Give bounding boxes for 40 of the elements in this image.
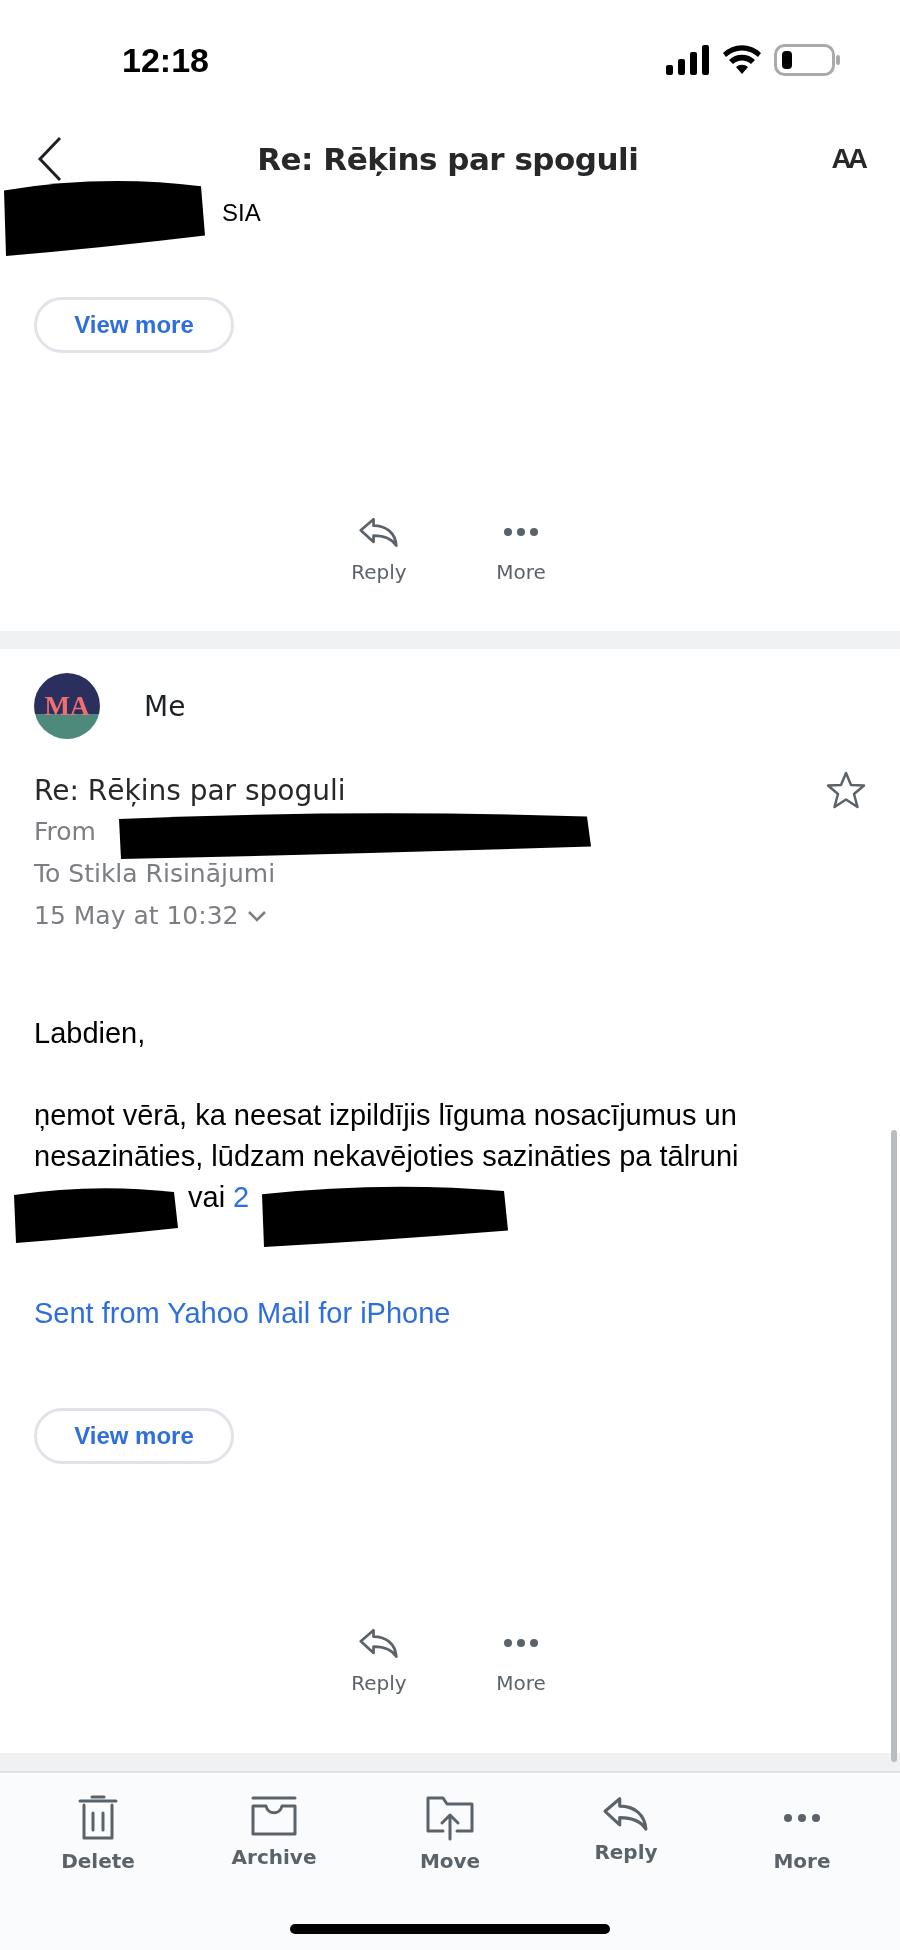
phone-link[interactable]: 2 — [233, 1177, 250, 1218]
text-size-button[interactable]: AA — [831, 143, 864, 175]
more-icon — [782, 1813, 822, 1823]
status-time: 12:18 — [122, 40, 209, 80]
archive-button[interactable]: Archive — [214, 1795, 334, 1879]
reply-icon — [359, 516, 399, 548]
avatar: MA — [34, 673, 100, 739]
archive-box-icon — [250, 1795, 298, 1837]
reply-button[interactable]: Reply — [566, 1795, 686, 1879]
from-label: From — [34, 816, 96, 848]
reply-button[interactable]: Reply — [339, 1627, 419, 1695]
email-title: Re: Rēķins par spoguli — [257, 141, 639, 177]
reply-icon — [603, 1795, 649, 1832]
trash-icon — [76, 1795, 120, 1841]
signal-icon — [666, 45, 710, 75]
view-more-button[interactable]: View more — [34, 297, 234, 353]
greeting-text: Labdien, — [34, 1016, 147, 1051]
back-button[interactable] — [36, 135, 64, 183]
more-button[interactable]: More — [481, 516, 561, 584]
battery-icon — [774, 44, 840, 76]
chevron-down-icon — [246, 910, 267, 922]
wifi-icon — [722, 45, 762, 75]
view-more-button[interactable]: View more — [34, 1408, 234, 1464]
reply-button[interactable]: Reply — [339, 516, 419, 584]
email-subject: Re: Rēķins par spoguli — [34, 773, 346, 807]
reply-icon — [359, 1627, 399, 1659]
date-button[interactable]: 15 May at 10:32 — [34, 895, 267, 937]
signature-link[interactable]: Sent from Yahoo Mail for iPhone — [34, 1293, 451, 1334]
move-button[interactable]: Move — [390, 1795, 510, 1879]
more-icon — [503, 527, 539, 537]
sender-name: Me — [144, 689, 186, 723]
recipient-text: To Stikla Risinājumi — [34, 858, 277, 890]
more-button[interactable]: More — [742, 1795, 862, 1879]
sender-text: SIA — [221, 198, 262, 228]
more-icon — [503, 1638, 539, 1648]
delete-button[interactable]: Delete — [38, 1795, 158, 1879]
more-button[interactable]: More — [481, 1627, 561, 1695]
body-text: vai — [188, 1180, 226, 1215]
star-button[interactable] — [826, 771, 866, 809]
folder-arrow-icon — [425, 1795, 475, 1841]
